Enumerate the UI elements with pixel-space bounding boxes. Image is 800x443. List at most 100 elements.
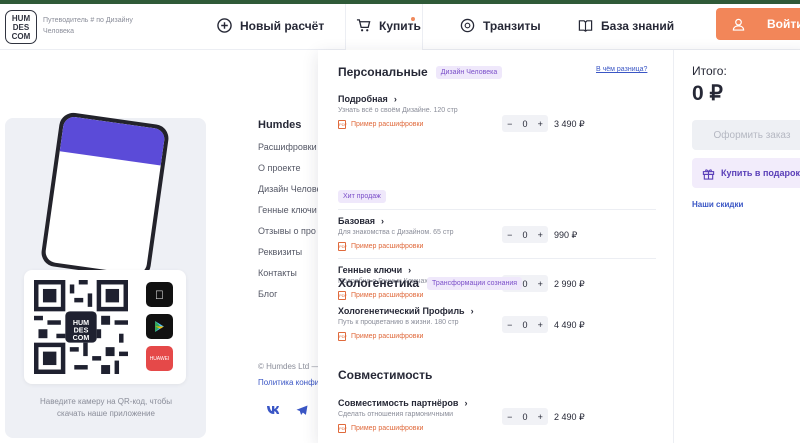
humdes-logo[interactable]: HUM DES COM: [5, 10, 37, 44]
discounts-link[interactable]: Наши скидки: [692, 200, 743, 209]
example-link[interactable]: PDF Пример расшифровки: [338, 332, 658, 341]
login-label: Войти: [767, 17, 800, 31]
example-link[interactable]: PDF Пример расшифровки: [338, 424, 658, 433]
huawei-appgallery-button[interactable]: HUAWEI: [146, 346, 173, 371]
nav-new-calculation-label: Новый расчёт: [240, 18, 325, 33]
plus-button[interactable]: +: [538, 412, 543, 422]
product-price: 3 490 ₽: [554, 119, 585, 129]
checkout-button[interactable]: Оформить заказ: [692, 120, 800, 150]
footer-title: Humdes: [258, 119, 302, 131]
footer-link-gene-keys[interactable]: Генные ключи: [258, 205, 317, 215]
product-name[interactable]: Базовая ›: [338, 216, 658, 226]
vk-logo: [267, 406, 280, 414]
nav-new-calculation[interactable]: Новый расчёт: [217, 18, 324, 33]
section-compatibility-title: Совместимость: [338, 368, 432, 382]
buy-gift-label: Купить в подарок: [721, 168, 800, 178]
apple-icon: : [155, 288, 164, 302]
vk-icon[interactable]: [266, 405, 280, 418]
quantity-value: 0: [522, 411, 528, 422]
section-hologenetics-label: Хологенетика: [338, 276, 420, 290]
chevron-right-icon: ›: [408, 265, 412, 275]
quantity-stepper[interactable]: −0 +: [502, 316, 548, 333]
transformation-chip: Трансформации сознания: [427, 276, 523, 290]
nav-knowledge-base[interactable]: База знаний: [578, 18, 674, 33]
plus-button[interactable]: +: [538, 320, 543, 330]
footer-link-reviews[interactable]: Отзывы о про: [258, 226, 316, 236]
google-play-button[interactable]: [146, 314, 173, 339]
product-basic: Базовая › Для знакомства с Дизайном. 65 с…: [338, 216, 658, 251]
plus-circle-icon: [217, 18, 232, 33]
product-desc: Путь к процветанию в жизни. 180 стр: [338, 319, 459, 326]
telegram-logo: [296, 405, 308, 415]
pdf-icon: PDF: [338, 424, 347, 433]
quantity-stepper[interactable]: −0 +: [502, 115, 548, 132]
buy-dropdown-menu: Персональные Дизайн Человека В чём разни…: [318, 50, 800, 443]
quantity-value: 0: [522, 229, 528, 240]
tagline: Путеводитель # по Дизайну Человека: [43, 17, 133, 35]
minus-button[interactable]: −: [507, 320, 512, 330]
order-summary-panel: Итого: 0 ₽ Оформить заказ Купить в подар…: [673, 50, 800, 443]
user-icon: [732, 18, 745, 31]
svg-text:COM: COM: [73, 334, 90, 342]
footer-link-requisites[interactable]: Реквизиты: [258, 247, 302, 257]
gift-icon: [702, 168, 715, 180]
product-name[interactable]: Хологенетический Профиль ›: [338, 306, 658, 316]
product-name[interactable]: Генные ключи ›: [338, 265, 658, 275]
huawei-label: HUAWEI: [149, 355, 170, 362]
difference-link[interactable]: В чём разница?: [596, 66, 647, 73]
section-hologenetics-title: Хологенетика Трансформации сознания: [338, 276, 523, 290]
example-link[interactable]: PDF Пример расшифровки: [338, 120, 658, 129]
footer-link-blog[interactable]: Блог: [258, 289, 277, 299]
hit-badge: Хит продаж: [338, 190, 386, 203]
quantity-stepper[interactable]: −0 +: [502, 408, 548, 425]
footer-link-human-design[interactable]: Дизайн Челове: [258, 184, 322, 194]
example-link[interactable]: PDF Пример расшифровки: [338, 291, 658, 300]
product-desc: Узнать всё о своём Дизайне. 120 стр: [338, 107, 458, 114]
section-personal-title: Персональные Дизайн Человека: [338, 65, 503, 79]
site-header: HUM DES COM Путеводитель # по Дизайну Чело…: [0, 4, 800, 50]
total-value: 0 ₽: [692, 82, 723, 105]
plus-button[interactable]: +: [538, 230, 543, 240]
plus-button[interactable]: +: [538, 279, 543, 289]
quantity-value: 0: [522, 319, 528, 330]
pdf-icon: PDF: [338, 242, 347, 251]
minus-button[interactable]: −: [507, 119, 512, 129]
example-link[interactable]: PDF Пример расшифровки: [338, 242, 658, 251]
quantity-stepper[interactable]: −0 +: [502, 226, 548, 243]
product-name[interactable]: Подробная ›: [338, 94, 658, 104]
footer-link-contacts[interactable]: Контакты: [258, 268, 297, 278]
footer-link-transcripts[interactable]: Расшифровки: [258, 142, 317, 152]
footer-link-about[interactable]: О проекте: [258, 163, 300, 173]
app-store-button[interactable]: : [146, 282, 173, 307]
privacy-policy-link[interactable]: Политика конфи: [258, 378, 319, 387]
section-personal-label: Персональные: [338, 65, 428, 79]
qr-download-box: HUM DES COM  HUAWEI: [24, 270, 186, 384]
product-price: 2 490 ₽: [554, 412, 585, 422]
minus-button[interactable]: −: [507, 230, 512, 240]
quantity-value: 0: [522, 118, 528, 129]
chevron-right-icon: ›: [381, 216, 385, 226]
phone-mockup: [39, 111, 171, 280]
pdf-icon: PDF: [338, 120, 347, 129]
notification-dot: [411, 17, 415, 21]
telegram-icon[interactable]: [296, 405, 308, 419]
products-panel: Персональные Дизайн Человека В чём разни…: [318, 50, 673, 443]
nav-transits[interactable]: Транзиты: [460, 18, 541, 33]
cart-icon: [356, 19, 371, 32]
product-partner-compatibility: Совместимость партнёров › Сделать отношен…: [338, 398, 658, 433]
minus-button[interactable]: −: [507, 412, 512, 422]
quantity-value: 0: [522, 278, 528, 289]
divider: [338, 258, 656, 259]
camera-hint-text: Наведите камеру на QR-код, чтобы скачать…: [40, 397, 172, 418]
nav-knowledge-base-label: База знаний: [601, 18, 675, 33]
product-desc: Для знакомства с Дизайном. 65 стр: [338, 229, 454, 236]
nav-buy-label: Купить: [379, 18, 421, 33]
buy-gift-button[interactable]: Купить в подарок: [692, 158, 800, 188]
plus-button[interactable]: +: [538, 119, 543, 129]
login-button[interactable]: Войти: [716, 8, 800, 40]
product-desc: Сделать отношения гармоничными: [338, 411, 454, 418]
product-detailed: Подробная › Узнать всё о своём Дизайне. 1…: [338, 94, 658, 132]
qr-code: HUM DES COM: [34, 280, 128, 374]
product-name[interactable]: Совместимость партнёров ›: [338, 398, 658, 408]
human-design-chip: Дизайн Человека: [435, 65, 503, 79]
